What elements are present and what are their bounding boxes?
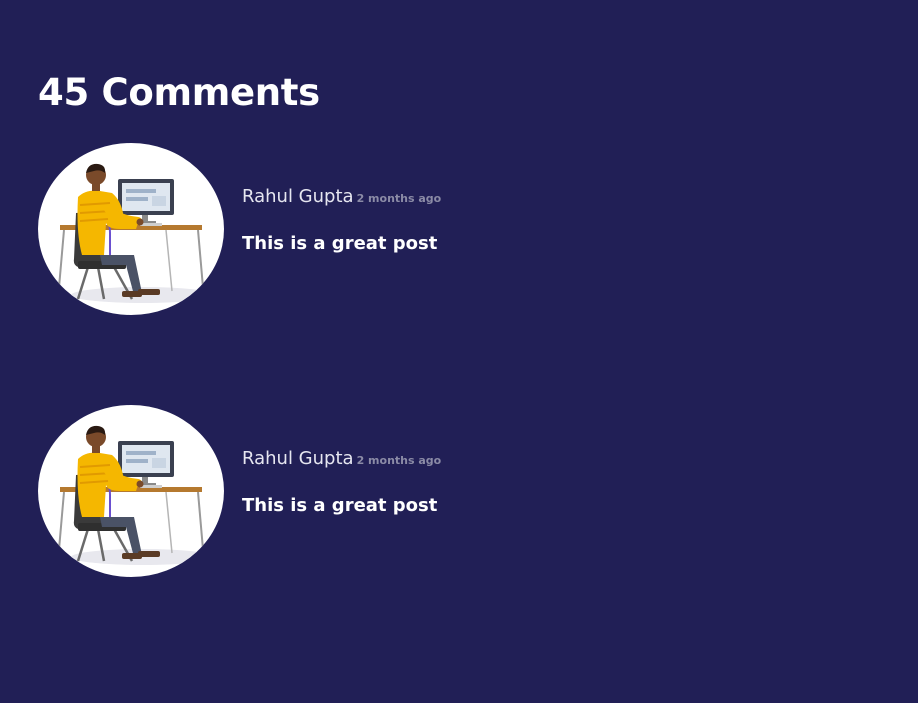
person-at-desk-avatar-icon — [38, 405, 224, 577]
comment-text: This is a great post — [242, 495, 438, 516]
comment-author[interactable]: Rahul Gupta — [242, 186, 354, 207]
avatar-illustration — [38, 143, 224, 315]
comment-meta: Rahul Gupta 2 months ago — [242, 447, 441, 473]
comment-item: Rahul Gupta 2 months ago This is a great … — [38, 143, 638, 315]
person-at-desk-avatar-icon — [38, 143, 224, 315]
comment-timestamp: 2 months ago — [356, 192, 442, 205]
comment-author[interactable]: Rahul Gupta — [242, 448, 354, 469]
comment-timestamp: 2 months ago — [356, 454, 442, 467]
comment-meta: Rahul Gupta 2 months ago — [242, 185, 441, 211]
comment-text: This is a great post — [242, 233, 438, 254]
avatar-illustration — [38, 405, 224, 577]
comment-item: Rahul Gupta 2 months ago This is a great … — [38, 405, 638, 577]
comments-heading: 45 Comments — [38, 71, 320, 114]
